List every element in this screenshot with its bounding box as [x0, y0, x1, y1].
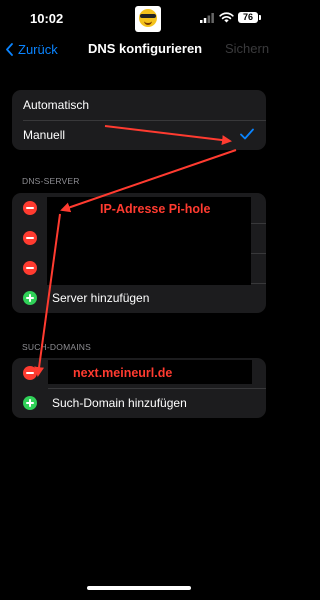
arrow-to-manuell: [104, 125, 232, 146]
home-indicator: [87, 586, 191, 590]
arrow-to-dns-server: [60, 149, 237, 213]
annotation-pihole: IP-Adresse Pi-hole: [100, 202, 211, 216]
annotation-arrows: [34, 125, 237, 377]
arrow-to-search-domain: [34, 213, 61, 377]
annotation-domain: next.meineurl.de: [73, 366, 173, 380]
